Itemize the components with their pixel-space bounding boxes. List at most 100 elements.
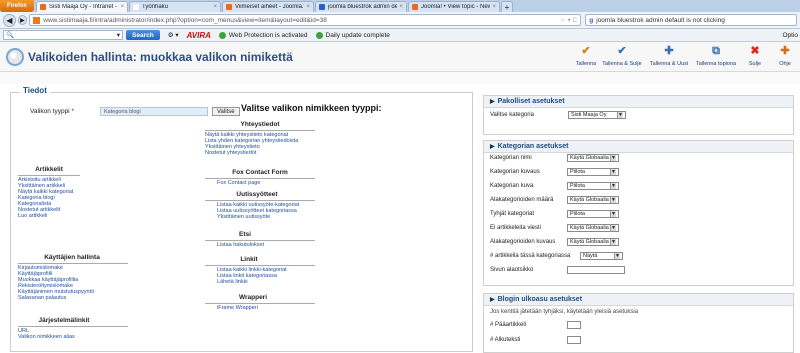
back-arrow-icon[interactable]: ◀: [3, 13, 16, 27]
admin-toolbar: Valikoiden hallinta: muokkaa valikon nim…: [0, 42, 800, 72]
new-tab-button[interactable]: +: [501, 1, 513, 12]
category-option-label: Ei artikkeleita viesti: [490, 225, 542, 231]
group-divider: [205, 200, 315, 201]
address-bar[interactable]: www.sistimaaja.fi/intra/administrator/in…: [29, 14, 582, 26]
toolbar-tools-icon[interactable]: ⚙ ▾: [168, 31, 179, 39]
group-divider: [205, 265, 315, 266]
expand-arrow-icon: ▶: [490, 99, 495, 105]
chevron-down-icon: ▼: [614, 253, 620, 259]
menu-type-group-title: Wrapperi: [238, 294, 268, 301]
google-icon: g: [589, 16, 594, 24]
blog-option-input[interactable]: [567, 321, 581, 329]
menu-type-link[interactable]: Listaa hakutulokset: [217, 242, 264, 248]
browser-tab-strip: Firefox Sisti Maaja Oy - Intranet - Yllä…: [0, 0, 800, 12]
help-button[interactable]: ✚ Ohje: [771, 45, 799, 67]
toolbar-button-label: Tallenna: [575, 61, 597, 67]
search-text: joomla bluestrok admin default is not cl…: [596, 16, 725, 24]
close-tab-icon[interactable]: ×: [492, 4, 496, 10]
category-option-select[interactable]: Näytä ▼: [580, 252, 623, 260]
daily-update-status: Daily update complete: [315, 31, 390, 39]
tab-title: Sisti Maaja Oy - Intranet - Ylläpito: [49, 4, 118, 10]
browser-tab-1[interactable]: Sisti Maaja Oy - Intranet - Ylläpito×: [36, 1, 128, 12]
blog-options-panel: ▶ Blogin ulkoasu asetukset: [483, 293, 794, 353]
blog-option-input[interactable]: [567, 336, 581, 344]
category-option-select[interactable]: Piilota ▼: [567, 182, 619, 190]
close-tab-icon[interactable]: ×: [399, 4, 403, 10]
close-tab-icon[interactable]: ×: [120, 4, 124, 10]
select-value: Piilota: [570, 169, 585, 175]
browser-search-box[interactable]: g joomla bluestrok admin default is not …: [585, 14, 797, 26]
options-menu[interactable]: Optio: [782, 32, 798, 39]
menu-type-link[interactable]: Yksittäinen uutissyöte: [217, 214, 270, 220]
chevron-down-icon: ▾: [116, 32, 120, 39]
close-tab-icon[interactable]: ×: [306, 4, 310, 10]
blog-options-title: Blogin ulkoasu asetukset: [497, 296, 583, 303]
browser-tab-4[interactable]: joomla bluestrok admin default for jo...…: [315, 1, 407, 12]
menu-type-group-title: Artikkelit: [35, 166, 63, 173]
toolbar-search-input[interactable]: 🔍 ▾: [3, 30, 123, 40]
close-button[interactable]: ✖ Sulje: [741, 45, 769, 67]
menu-type-link[interactable]: iFrame Wrapperi: [217, 305, 258, 311]
category-option-label: Kategorian nimi: [490, 155, 532, 161]
blog-options-header[interactable]: ▶ Blogin ulkoasu asetukset: [484, 294, 793, 306]
save-new-button[interactable]: ✚ Tallenna & Uusi: [645, 45, 693, 67]
menu-type-link[interactable]: Nostetut yhteystiedot: [205, 150, 256, 156]
browser-tab-5[interactable]: Joomla! • View topic - New template i...…: [408, 1, 500, 12]
group-divider: [205, 303, 315, 304]
blog-options-note: Jos kenttiä jätetään tyhjäksi, käytetään…: [490, 309, 639, 315]
menu-type-link[interactable]: Fox Contact page: [217, 180, 260, 186]
chevron-down-icon: ▼: [610, 211, 616, 217]
tab-favicon: [226, 4, 232, 10]
category-option-select[interactable]: Käytä Globaalia ▼: [567, 224, 619, 232]
close-tab-icon[interactable]: ×: [213, 4, 217, 10]
toolbar-button-label: Tallenna & Sulje: [602, 61, 642, 67]
menu-type-group-title: Yhteystiedot: [240, 121, 280, 128]
menu-type-group-title: Fox Contact Form: [232, 169, 288, 176]
expand-arrow-icon: ▶: [490, 144, 495, 150]
forward-arrow-icon[interactable]: ▶: [17, 15, 28, 25]
browser-tab-3[interactable]: Viimeiset aiheet - Joomla.fi ×: [222, 1, 314, 12]
toolbar-search-button[interactable]: Search: [126, 30, 160, 40]
menu-type-link[interactable]: Lähetä linkki: [217, 279, 248, 285]
menu-type-link[interactable]: Luo artikkeli: [18, 213, 47, 219]
category-options-header[interactable]: ▶ Kategorian asetukset: [484, 141, 793, 153]
category-option-label: Kategorian kuvaus: [490, 169, 540, 175]
required-options-header[interactable]: ▶ Pakolliset asetukset: [484, 96, 793, 108]
web-protection-status: Web Protection is activated: [218, 31, 308, 39]
expand-arrow-icon: ▶: [490, 297, 495, 303]
chevron-down-icon: ▼: [610, 239, 616, 245]
blog-option-label: # Pääartikkeli: [490, 322, 527, 328]
category-option-select[interactable]: Piilota ▼: [567, 210, 619, 218]
menu-type-field: Kategoria blogi: [100, 107, 208, 116]
details-fieldset: [10, 92, 473, 352]
protection-status-icon: [218, 31, 226, 39]
page-title: Valikoiden hallinta: muokkaa valikon nim…: [28, 50, 293, 64]
menu-type-link[interactable]: Salasanan palautus: [18, 295, 66, 301]
select-value: Käytä Globaalia: [570, 197, 609, 203]
bookmark-star-icon[interactable]: ☆ ▾ C: [560, 16, 577, 24]
update-status-icon: [315, 31, 323, 39]
tab-favicon: [133, 4, 139, 10]
category-option-select[interactable]: Käytä Globaalia ▼: [567, 196, 619, 204]
group-divider: [18, 263, 128, 264]
tab-favicon: [40, 4, 46, 10]
page-subheading-input[interactable]: [567, 266, 625, 274]
menu-type-label-text: Valikon tyyppi: [30, 108, 70, 115]
avira-logo[interactable]: AVIRA: [187, 31, 211, 40]
save-close-button[interactable]: ✔ Tallenna & Sulje: [598, 45, 646, 67]
category-select[interactable]: Sisti Maaja Oy ▼: [568, 111, 626, 119]
select-value: Näytä: [583, 253, 598, 259]
category-option-select[interactable]: Piilota ▼: [567, 168, 619, 176]
menu-type-link[interactable]: Valikon nimikkeen alias: [18, 334, 75, 340]
category-option-select[interactable]: Käytä Globaalia ▼: [567, 154, 619, 162]
save-copy-button[interactable]: ⧉ Tallenna topiona: [692, 45, 740, 67]
browser-tab-2[interactable]: Työnhaku ×: [129, 1, 221, 12]
menu-type-group-title: Käyttäjien hallinta: [44, 254, 100, 261]
required-options-title: Pakolliset asetukset: [497, 98, 565, 105]
daily-update-label: Daily update complete: [325, 31, 390, 39]
select-menu-type-button[interactable]: Valitse: [212, 107, 240, 116]
select-value: Piilota: [570, 211, 585, 217]
firefox-menu-button[interactable]: Firefox: [0, 0, 34, 12]
category-option-select[interactable]: Käytä Globaalia ▼: [567, 238, 619, 246]
close-icon: ✖: [750, 45, 760, 57]
